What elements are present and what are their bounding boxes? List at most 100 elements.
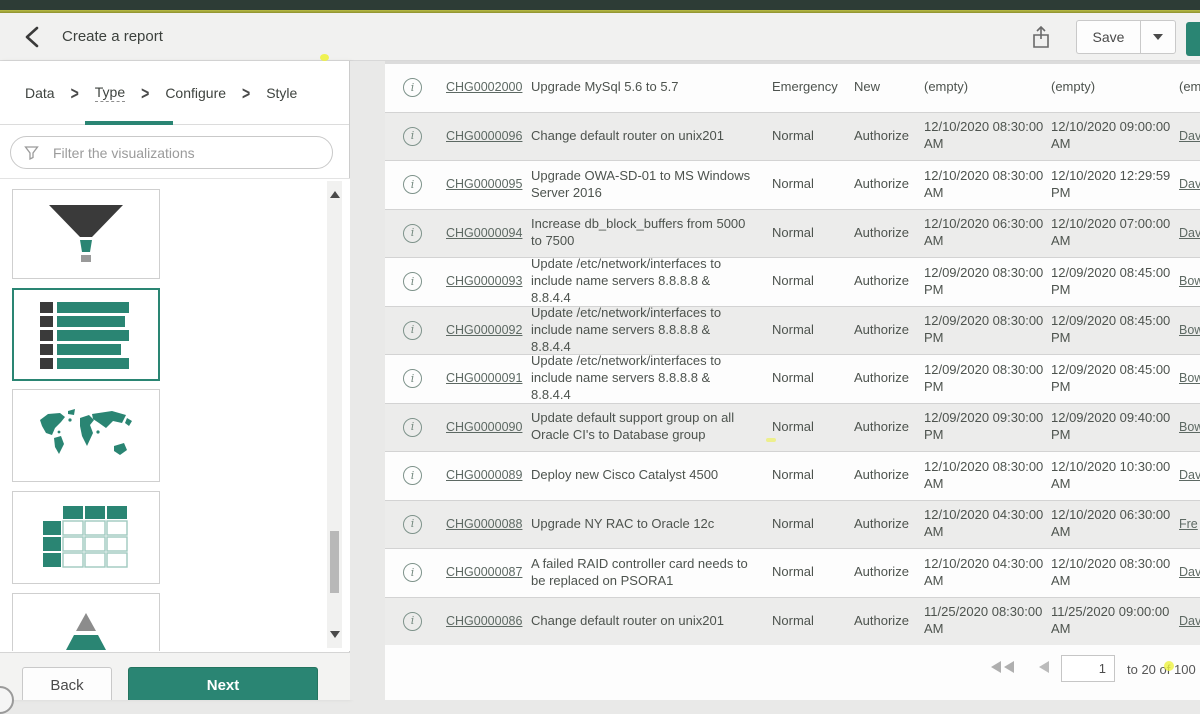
change-number-link[interactable]: CHG0002000 xyxy=(446,80,522,94)
info-icon[interactable]: i xyxy=(403,466,422,485)
state-cell: Authorize xyxy=(844,225,917,242)
number-cell: CHG0000095 xyxy=(440,176,525,193)
assigned-to-link[interactable]: Bow xyxy=(1179,274,1200,288)
chevron-right-icon: > xyxy=(242,82,250,103)
end-date-cell: 12/10/2020 06:30:00AM xyxy=(1044,507,1171,541)
world-map-icon xyxy=(34,406,138,466)
assigned-to-link[interactable]: Bow xyxy=(1179,323,1200,337)
table-row: iCHG0000088Upgrade NY RAC to Oracle 12cN… xyxy=(385,501,1200,550)
back-chevron-icon[interactable] xyxy=(22,25,46,49)
page-number-input[interactable] xyxy=(1061,655,1115,682)
info-icon[interactable]: i xyxy=(403,175,422,194)
viz-option-list[interactable] xyxy=(12,288,160,381)
change-number-link[interactable]: CHG0000086 xyxy=(446,614,522,628)
change-number-link[interactable]: CHG0000091 xyxy=(446,371,522,385)
viz-option-pyramid[interactable] xyxy=(12,593,160,651)
short-description-cell: Update /etc/network/interfaces to includ… xyxy=(525,305,762,356)
info-cell: i xyxy=(385,175,440,194)
assigned-to-link[interactable]: Bow xyxy=(1179,420,1200,434)
save-button[interactable]: Save xyxy=(1076,20,1140,54)
assigned-to-link[interactable]: Dav xyxy=(1179,468,1200,482)
viz-option-funnel[interactable] xyxy=(12,189,160,279)
start-date-cell: 12/10/2020 08:30:00AM xyxy=(917,119,1044,153)
table-row: iCHG0000089Deploy new Cisco Catalyst 450… xyxy=(385,452,1200,501)
viz-option-map[interactable] xyxy=(12,389,160,482)
info-icon[interactable]: i xyxy=(403,563,422,582)
step-style[interactable]: Style xyxy=(266,85,297,101)
start-date-cell: 12/10/2020 08:30:00AM xyxy=(917,459,1044,493)
share-icon[interactable] xyxy=(1028,24,1054,50)
report-table-body: iCHG0002000Upgrade MySql 5.6 to 5.7Emerg… xyxy=(385,64,1200,646)
first-page-icon[interactable] xyxy=(990,660,1018,679)
assigned-to-cell: (em xyxy=(1171,79,1200,96)
end-date-cell: 12/10/2020 12:29:59PM xyxy=(1044,168,1171,202)
viz-option-heatmap[interactable] xyxy=(12,491,160,584)
assigned-to-link[interactable]: Dav xyxy=(1179,565,1200,579)
end-date-cell: 12/09/2020 08:45:00PM xyxy=(1044,362,1171,396)
state-cell: Authorize xyxy=(844,613,917,630)
change-number-link[interactable]: CHG0000089 xyxy=(446,468,522,482)
start-date-cell: 12/10/2020 06:30:00AM xyxy=(917,216,1044,250)
state-cell: Authorize xyxy=(844,322,917,339)
info-icon[interactable]: i xyxy=(403,321,422,340)
number-cell: CHG0000096 xyxy=(440,128,525,145)
table-row: iCHG0002000Upgrade MySql 5.6 to 5.7Emerg… xyxy=(385,64,1200,113)
assigned-to-link[interactable]: Dav xyxy=(1179,177,1200,191)
change-number-link[interactable]: CHG0000087 xyxy=(446,565,522,579)
table-row: i CHG0000090Update default support group … xyxy=(385,404,1200,453)
table-row: iCHG0000086Change default router on unix… xyxy=(385,598,1200,647)
info-icon[interactable]: i xyxy=(403,78,422,97)
funnel-filter-icon xyxy=(24,145,39,165)
change-number-link[interactable]: CHG0000096 xyxy=(446,129,522,143)
assigned-to-link[interactable]: Dav xyxy=(1179,129,1200,143)
info-icon[interactable]: i xyxy=(403,369,422,388)
header-bar: Create a report Save xyxy=(0,13,1200,61)
prev-page-icon[interactable] xyxy=(1037,660,1051,679)
step-type[interactable]: Type xyxy=(95,84,125,102)
assigned-to-cell: Dav xyxy=(1171,564,1200,581)
info-icon[interactable]: i xyxy=(403,418,422,437)
assigned-to-cell: Dav xyxy=(1171,128,1200,145)
info-icon[interactable]: i xyxy=(403,127,422,146)
assigned-to-link[interactable]: Fre xyxy=(1179,517,1198,531)
viz-scrollbar[interactable] xyxy=(327,181,342,648)
info-icon[interactable]: i xyxy=(403,224,422,243)
end-date-cell: 11/25/2020 09:00:00AM xyxy=(1044,604,1171,638)
run-button-partial[interactable] xyxy=(1186,22,1200,56)
info-icon[interactable]: i xyxy=(403,515,422,534)
assigned-to-cell: Dav xyxy=(1171,225,1200,242)
change-request-table: iCHG0002000Upgrade MySql 5.6 to 5.7Emerg… xyxy=(385,61,1200,700)
short-description-cell: Update default support group on all Orac… xyxy=(525,410,762,444)
assigned-to-cell: Bow xyxy=(1171,419,1200,436)
assigned-to-link[interactable]: Bow xyxy=(1179,371,1200,385)
assigned-to-link[interactable]: Dav xyxy=(1179,226,1200,240)
change-number-link[interactable]: CHG0000094 xyxy=(446,226,522,240)
change-number-link[interactable]: CHG0000095 xyxy=(446,177,522,191)
scroll-up-icon[interactable] xyxy=(330,191,340,198)
scrollbar-thumb[interactable] xyxy=(330,531,339,593)
step-configure[interactable]: Configure xyxy=(165,85,226,101)
next-button[interactable]: Next xyxy=(128,667,318,700)
end-date-cell: (empty) xyxy=(1044,79,1171,96)
priority-cell: Normal xyxy=(762,128,844,145)
change-number-link[interactable]: CHG0000090 xyxy=(446,420,522,434)
change-number-link[interactable]: CHG0000093 xyxy=(446,274,522,288)
info-icon[interactable]: i xyxy=(403,272,422,291)
assigned-to-cell: Bow xyxy=(1171,273,1200,290)
scroll-down-icon[interactable] xyxy=(330,631,340,638)
change-number-link[interactable]: CHG0000088 xyxy=(446,517,522,531)
report-designer-panel: Data > Type > Configure > Style xyxy=(0,61,350,700)
wizard-steps: Data > Type > Configure > Style xyxy=(0,61,349,125)
filter-visualizations-input[interactable] xyxy=(10,136,333,169)
info-icon[interactable]: i xyxy=(403,612,422,631)
info-cell: i xyxy=(385,224,440,243)
assigned-to-link[interactable]: Dav xyxy=(1179,614,1200,628)
step-data[interactable]: Data xyxy=(25,85,55,101)
change-number-link[interactable]: CHG0000092 xyxy=(446,323,522,337)
priority-cell: Normal xyxy=(762,225,844,242)
state-cell: Authorize xyxy=(844,467,917,484)
save-dropdown-button[interactable] xyxy=(1140,20,1176,54)
back-button[interactable]: Back xyxy=(22,667,112,700)
state-cell: Authorize xyxy=(844,273,917,290)
start-date-cell: 12/10/2020 04:30:00AM xyxy=(917,507,1044,541)
